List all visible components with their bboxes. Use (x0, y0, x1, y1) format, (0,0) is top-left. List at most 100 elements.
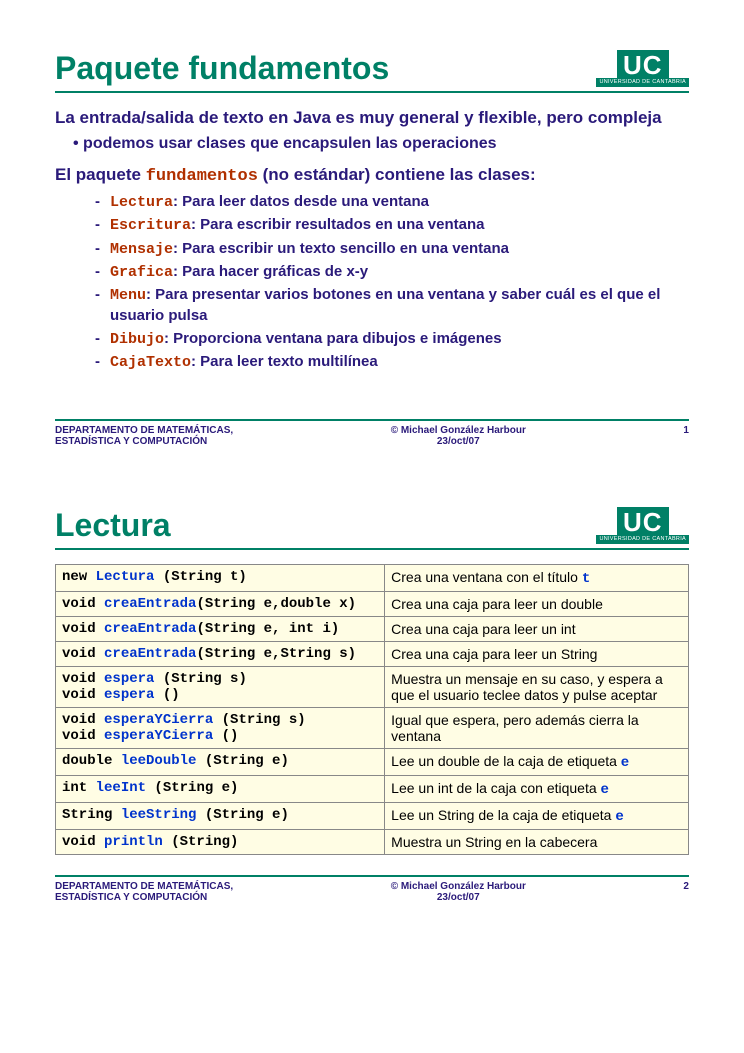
class-desc: : Para leer texto multilínea (191, 353, 378, 370)
class-name: Escritura (110, 217, 191, 234)
slide-1: Paquete fundamentos UC UNIVERSIDAD DE CA… (0, 0, 744, 477)
class-item: -CajaTexto: Para leer texto multilínea (95, 352, 689, 373)
signature-cell: void creaEntrada(String e,double x) (56, 592, 385, 617)
uc-logo: UC UNIVERSIDAD DE CANTABRIA (596, 50, 689, 87)
signature-cell: int leeInt (String e) (56, 776, 385, 803)
description-cell: Crea una caja para leer un double (385, 592, 689, 617)
intro2-pre: El paquete (55, 165, 146, 184)
slide-2: Lectura UC UNIVERSIDAD DE CANTABRIA new … (0, 477, 744, 933)
class-item: -Dibujo: Proporciona ventana para dibujo… (95, 329, 689, 350)
description-cell: Muestra un mensaje en su caso, y espera … (385, 667, 689, 708)
footer-dept1: DEPARTAMENTO DE MATEMÁTICAS, (55, 425, 233, 436)
description-cell: Crea una caja para leer un int (385, 617, 689, 642)
table-row: double leeDouble (String e)Lee un double… (56, 749, 689, 776)
description-cell: Crea una caja para leer un String (385, 642, 689, 667)
footer-date: 23/oct/07 (391, 436, 526, 447)
footer-date: 23/oct/07 (391, 892, 526, 903)
signature-cell: new Lectura (String t) (56, 565, 385, 592)
slide-footer: DEPARTAMENTO DE MATEMÁTICAS, ESTADÍSTICA… (55, 419, 689, 447)
page-title: Paquete fundamentos (55, 50, 389, 87)
signature-cell: void println (String) (56, 830, 385, 855)
class-item: -Escritura: Para escribir resultados en … (95, 215, 689, 236)
logo-sub: UNIVERSIDAD DE CANTABRIA (596, 78, 689, 87)
table-row: void creaEntrada(String e,String s)Crea … (56, 642, 689, 667)
class-name: CajaTexto (110, 354, 191, 371)
table-row: new Lectura (String t)Crea una ventana c… (56, 565, 689, 592)
intro-text: La entrada/salida de texto en Java es mu… (55, 107, 689, 129)
signature-cell: void esperaYCierra (String s)void espera… (56, 708, 385, 749)
intro2-text: El paquete fundamentos (no estándar) con… (55, 165, 689, 186)
class-desc: : Para presentar varios botones en una v… (110, 286, 660, 324)
footer-left: DEPARTAMENTO DE MATEMÁTICAS, ESTADÍSTICA… (55, 881, 233, 903)
api-table: new Lectura (String t)Crea una ventana c… (55, 564, 689, 855)
class-desc: : Para leer datos desde una ventana (173, 193, 429, 210)
logo-sub: UNIVERSIDAD DE CANTABRIA (596, 535, 689, 544)
class-item-body: Dibujo: Proporciona ventana para dibujos… (110, 329, 502, 350)
intro-bullet: podemos usar clases que encapsulen las o… (73, 135, 689, 153)
dash: - (95, 352, 100, 372)
class-name: Dibujo (110, 331, 164, 348)
class-desc: : Para hacer gráficas de x-y (173, 263, 368, 280)
intro2-post: (no estándar) contiene las clases: (258, 165, 536, 184)
class-desc: : Proporciona ventana para dibujos e imá… (164, 330, 502, 347)
footer-dept1: DEPARTAMENTO DE MATEMÁTICAS, (55, 881, 233, 892)
dash: - (95, 262, 100, 282)
signature-cell: double leeDouble (String e) (56, 749, 385, 776)
logo-main: UC (617, 50, 669, 78)
signature-cell: String leeString (String e) (56, 803, 385, 830)
class-name: Mensaje (110, 241, 173, 258)
description-cell: Lee un int de la caja con etiqueta e (385, 776, 689, 803)
class-item: -Lectura: Para leer datos desde una vent… (95, 192, 689, 213)
class-desc: : Para escribir un texto sencillo en una… (173, 240, 509, 257)
footer-center: © Michael González Harbour 23/oct/07 (391, 425, 526, 447)
class-desc: : Para escribir resultados en una ventan… (191, 216, 484, 233)
footer-author: © Michael González Harbour (391, 425, 526, 436)
footer-page: 1 (683, 425, 689, 436)
table-row: void creaEntrada(String e, int i)Crea un… (56, 617, 689, 642)
header-row: Paquete fundamentos UC UNIVERSIDAD DE CA… (55, 50, 689, 93)
logo-main: UC (617, 507, 669, 535)
intro2-keyword: fundamentos (146, 167, 258, 186)
dash: - (95, 285, 100, 305)
description-cell: Lee un String de la caja de etiqueta e (385, 803, 689, 830)
uc-logo: UC UNIVERSIDAD DE CANTABRIA (596, 507, 689, 544)
class-item-body: Lectura: Para leer datos desde una venta… (110, 192, 429, 213)
signature-cell: void creaEntrada(String e,String s) (56, 642, 385, 667)
footer-author: © Michael González Harbour (391, 881, 526, 892)
table-row: void esperaYCierra (String s)void espera… (56, 708, 689, 749)
dash: - (95, 215, 100, 235)
table-row: void creaEntrada(String e,double x)Crea … (56, 592, 689, 617)
dash: - (95, 329, 100, 349)
class-item-body: Mensaje: Para escribir un texto sencillo… (110, 239, 509, 260)
footer-dept2: ESTADÍSTICA Y COMPUTACIÓN (55, 892, 233, 903)
dash: - (95, 239, 100, 259)
class-item: -Grafica: Para hacer gráficas de x-y (95, 262, 689, 283)
class-item: -Mensaje: Para escribir un texto sencill… (95, 239, 689, 260)
table-row: int leeInt (String e)Lee un int de la ca… (56, 776, 689, 803)
footer-left: DEPARTAMENTO DE MATEMÁTICAS, ESTADÍSTICA… (55, 425, 233, 447)
description-cell: Muestra un String en la cabecera (385, 830, 689, 855)
table-row: void espera (String s)void espera ()Mues… (56, 667, 689, 708)
class-list: -Lectura: Para leer datos desde una vent… (95, 192, 689, 373)
signature-cell: void espera (String s)void espera () (56, 667, 385, 708)
class-item: -Menu: Para presentar varios botones en … (95, 285, 689, 327)
signature-cell: void creaEntrada(String e, int i) (56, 617, 385, 642)
table-row: void println (String)Muestra un String e… (56, 830, 689, 855)
footer-page: 2 (683, 881, 689, 892)
table-row: String leeString (String e)Lee un String… (56, 803, 689, 830)
description-cell: Igual que espera, pero además cierra la … (385, 708, 689, 749)
dash: - (95, 192, 100, 212)
slide-footer: DEPARTAMENTO DE MATEMÁTICAS, ESTADÍSTICA… (55, 875, 689, 903)
class-item-body: CajaTexto: Para leer texto multilínea (110, 352, 378, 373)
footer-dept2: ESTADÍSTICA Y COMPUTACIÓN (55, 436, 233, 447)
description-cell: Lee un double de la caja de etiqueta e (385, 749, 689, 776)
footer-center: © Michael González Harbour 23/oct/07 (391, 881, 526, 903)
header-row: Lectura UC UNIVERSIDAD DE CANTABRIA (55, 507, 689, 550)
page-title: Lectura (55, 507, 171, 544)
class-name: Grafica (110, 264, 173, 281)
class-name: Lectura (110, 194, 173, 211)
class-item-body: Grafica: Para hacer gráficas de x-y (110, 262, 368, 283)
class-item-body: Menu: Para presentar varios botones en u… (110, 285, 689, 327)
class-item-body: Escritura: Para escribir resultados en u… (110, 215, 484, 236)
description-cell: Crea una ventana con el título t (385, 565, 689, 592)
